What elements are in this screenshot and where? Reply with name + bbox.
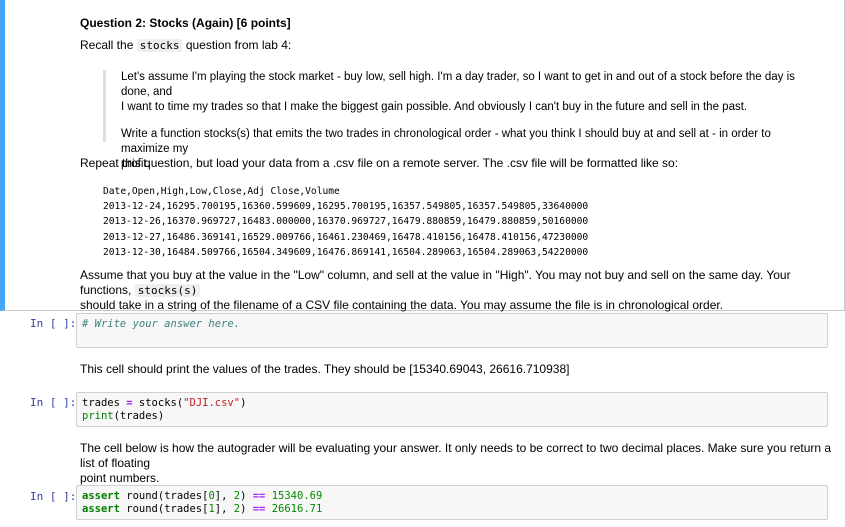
quote-p1-line1: Let's assume I'm playing the stock marke… — [121, 71, 795, 98]
recall-code: stocks — [136, 39, 183, 52]
code-token: ) — [240, 503, 253, 515]
code-token: print — [82, 410, 114, 422]
csv-line: Date,Open,High,Low,Close,Adj Close,Volum… — [103, 186, 340, 197]
code-token: ], — [214, 490, 234, 502]
print-note: This cell should print the values of the… — [80, 362, 570, 376]
autograder-line1: The cell below is how the autograder wil… — [80, 441, 832, 470]
quote-p2-line1: Write a function stocks(s) that emits th… — [121, 128, 771, 155]
quote-p1-line2: I want to time my trades so that I make … — [121, 101, 748, 113]
csv-code-block: Date,Open,High,Low,Close,Adj Close,Volum… — [103, 184, 588, 260]
code-cell-assert[interactable]: assert round(trades[0], 2) == 15340.69 a… — [76, 485, 828, 520]
code-cell-trades[interactable]: trades = stocks("DJI.csv") print(trades) — [76, 392, 828, 427]
code-token: ], — [214, 503, 234, 515]
blockquote: Let's assume I'm playing the stock marke… — [103, 70, 821, 170]
code-token: ) — [240, 490, 253, 502]
code-token: assert — [82, 503, 120, 515]
csv-line: 2013-12-27,16486.369141,16529.009766,164… — [103, 231, 589, 243]
assume-text: Assume that you buy at the value in the … — [80, 268, 820, 313]
code-token: stocks( — [132, 397, 184, 409]
recall-prefix: Recall the — [80, 38, 134, 52]
question-title: Question 2: Stocks (Again) [6 points] — [80, 16, 291, 30]
csv-line: 2013-12-30,16484.509766,16504.349609,164… — [103, 246, 589, 258]
assume-line2: should take in a string of the filename … — [80, 298, 724, 312]
code-cell-answer[interactable]: # Write your answer here. — [76, 313, 828, 348]
autograder-line2: point numbers. — [80, 471, 160, 485]
csv-line: 2013-12-26,16370.969727,16483.000000,163… — [103, 216, 589, 228]
code-token: 15340.69 — [271, 490, 323, 502]
code-token: 26616.71 — [271, 503, 323, 515]
comment-text: # Write your answer here. — [82, 318, 241, 330]
autograder-note: The cell below is how the autograder wil… — [80, 441, 845, 486]
code-token: trades — [82, 397, 127, 409]
code-token: round(trades[ — [119, 503, 209, 515]
csv-line: 2013-12-24,16295.700195,16360.599609,162… — [103, 201, 589, 213]
cell-prompt: In [ ]: — [30, 490, 77, 503]
cell-prompt: In [ ]: — [30, 396, 77, 409]
assume-code: stocks(s) — [134, 284, 201, 297]
code-token: == — [252, 503, 266, 515]
cell-prompt: In [ ]: — [30, 317, 77, 330]
code-token: ) — [240, 397, 247, 409]
code-token: "DJI.csv" — [183, 397, 241, 409]
recall-suffix: question from lab 4: — [185, 38, 292, 52]
code-token: == — [252, 490, 266, 502]
code-token: assert — [82, 490, 120, 502]
code-token: round(trades[ — [119, 490, 209, 502]
repeat-text: Repeat this question, but load your data… — [80, 156, 679, 170]
recall-line: Recall the stocks question from lab 4: — [80, 38, 291, 53]
code-token: (trades) — [113, 410, 165, 422]
